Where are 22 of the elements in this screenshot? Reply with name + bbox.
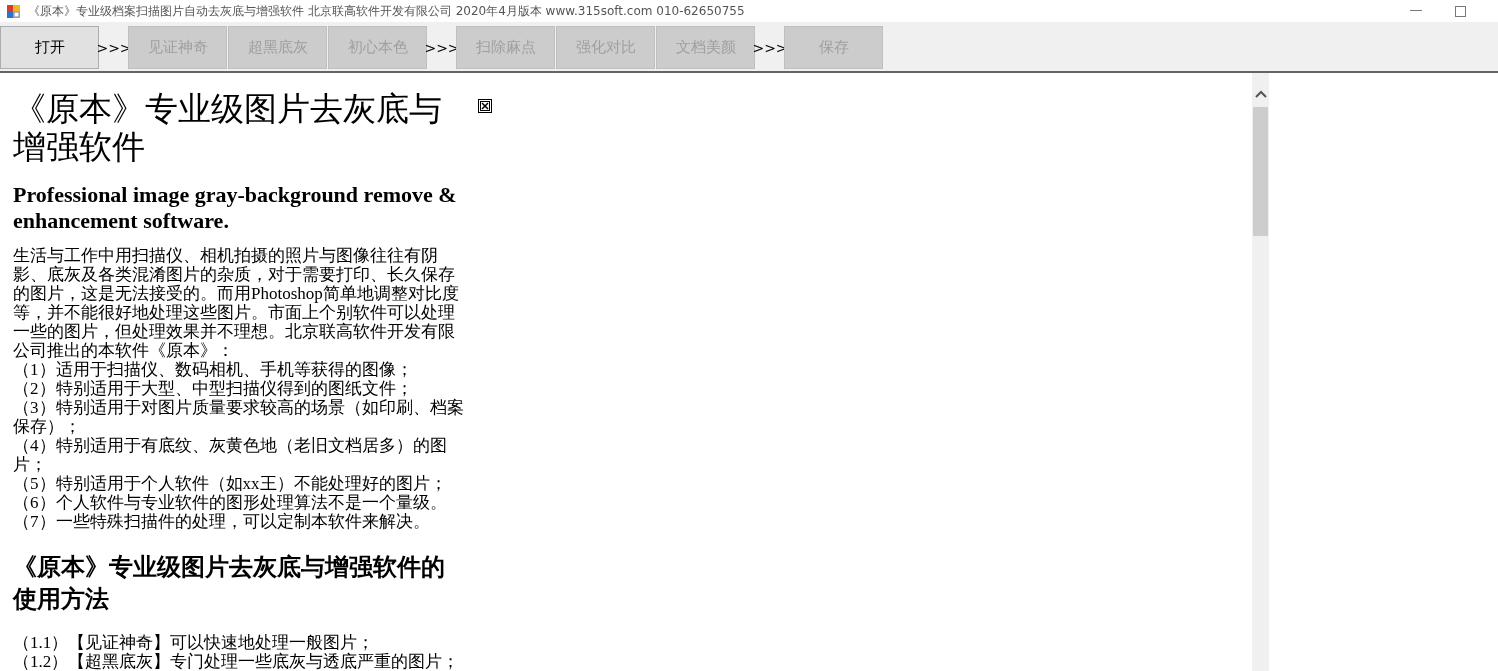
close-icon[interactable] bbox=[478, 99, 492, 113]
feature-item: （1）适用于扫描仪、数码相机、手机等获得的图像； bbox=[13, 360, 414, 379]
feature-item: （5）特别适用于个人软件（如xx王）不能处理好的图片； bbox=[13, 474, 448, 493]
section-heading: 《原本》专业级图片去灰底与增强软件的使用方法 bbox=[13, 553, 446, 614]
scrollbar-thumb[interactable] bbox=[1253, 107, 1268, 236]
maximize-icon[interactable] bbox=[1455, 5, 1466, 17]
feature-item: （2）特别适用于大型、中型扫描仪得到的图纸文件； bbox=[13, 379, 414, 398]
usage-item: （1.1）【见证神奇】可以快速地处理一般图片； bbox=[13, 633, 376, 652]
feature-item: （6）个人软件与专业软件的图形处理算法不是一个量级。 bbox=[13, 493, 448, 512]
usage-item: （1.2）【超黑底灰】专门处理一些底灰与透底严重的图片； bbox=[13, 652, 461, 671]
window-title: 《原本》专业级档案扫描图片自动去灰底与增强软件 北京联高软件开发有限公司 2020年4月版本 www.315soft.com 010-62650755 bbox=[28, 2, 745, 20]
feature-item: （3）特别适用于对图片质量要求较高的场景（如印刷、档案保存）； bbox=[13, 398, 465, 436]
subheading: Professional image gray-background remove & enhancement software. bbox=[13, 182, 458, 234]
feature-item: （7）一些特殊扫描件的处理，可以定制本软件来解决。 bbox=[13, 512, 431, 531]
scrollbar[interactable] bbox=[1252, 73, 1269, 671]
toolbar-button[interactable]: 打开 bbox=[0, 26, 99, 69]
scroll-up-icon[interactable] bbox=[1254, 90, 1267, 98]
app-icon bbox=[7, 4, 20, 18]
feature-item: （4）特别适用于有底纹、灰黄色地（老旧文档居多）的图片； bbox=[13, 436, 448, 474]
heading: 《原本》专业级图片去灰底与增强软件 bbox=[13, 90, 443, 166]
intro-paragraph: 生活与工作中用扫描仪、相机拍摄的照片与图像往往有阴影、底灰及各类混淆图片的杂质，对于需要打印、长久保存的图片，这是无法接受的。而用Photoshop简单地调整对比度等，并不能很好地处理这些图片。市面上个别软件可以处理一些的图片，但处理效果并不理想。北京联高软件开发有限公司推出的本软件《原本》： bbox=[13, 246, 460, 360]
minimize-icon[interactable] bbox=[1410, 10, 1422, 12]
